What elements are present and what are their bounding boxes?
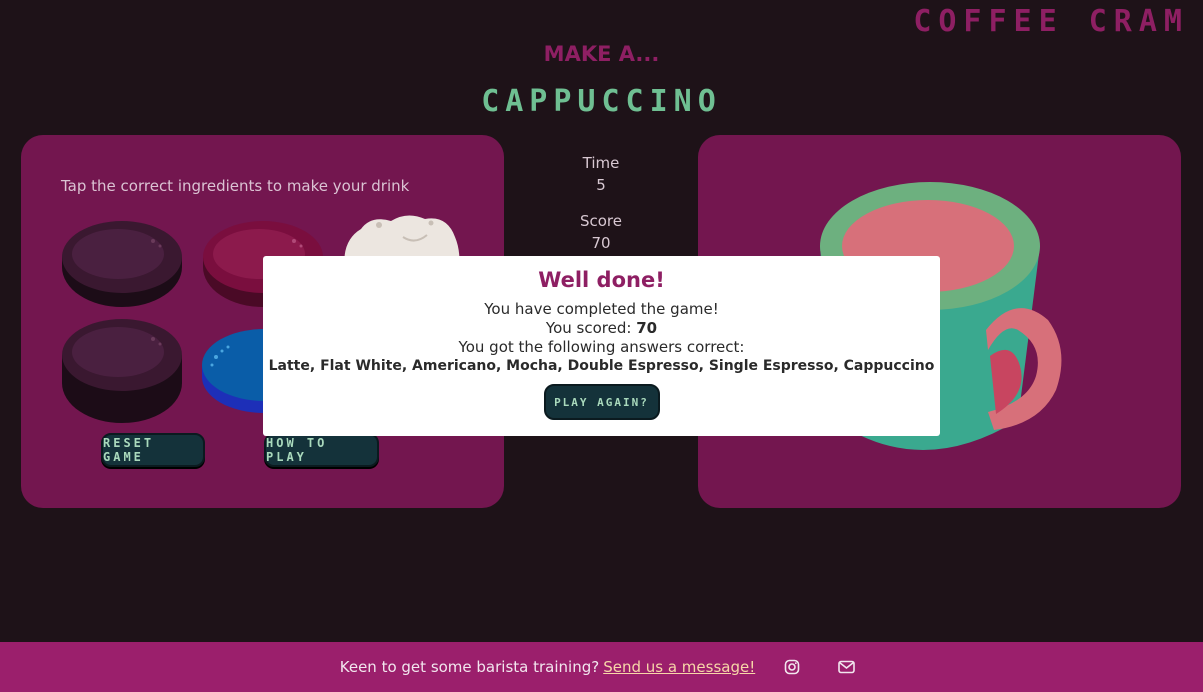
- score-prefix: You scored:: [545, 319, 637, 337]
- final-score-value: 70: [636, 319, 658, 337]
- play-again-button[interactable]: PLAY AGAIN?: [543, 384, 660, 420]
- footer-text: Keen to get some barista training?: [339, 658, 600, 676]
- final-score-line: You scored: 70: [263, 319, 940, 338]
- completion-message: You have completed the game!: [484, 300, 719, 318]
- game-complete-modal: Well done! You have completed the game! …: [263, 256, 940, 436]
- stats-column: Time 5 Score 70: [520, 154, 682, 270]
- brand-title: COFFEE CRAM: [913, 4, 1189, 39]
- footer: Keen to get some barista training? Send …: [0, 642, 1203, 692]
- correct-answers-list: Latte, Flat White, Americano, Mocha, Dou…: [268, 358, 935, 374]
- instruction-text: Tap the correct ingredients to make your…: [61, 177, 410, 195]
- time-label: Time: [582, 154, 620, 172]
- score-label: Score: [579, 212, 622, 230]
- score-value: 70: [591, 234, 611, 252]
- how-to-play-button[interactable]: HOW TO PLAY: [264, 433, 379, 467]
- make-a-label: MAKE A...: [543, 42, 660, 66]
- ingredient-water[interactable]: [202, 327, 272, 413]
- ingredient-coffee[interactable]: [61, 319, 183, 423]
- mail-icon[interactable]: [829, 655, 863, 679]
- instagram-icon[interactable]: [775, 655, 809, 679]
- answers-intro: You got the following answers correct:: [458, 338, 745, 356]
- ingredient-chocolate[interactable]: [61, 221, 183, 309]
- send-message-link[interactable]: Send us a message!: [603, 658, 755, 676]
- target-drink-name: CAPPUCCINO: [481, 84, 722, 119]
- modal-title: Well done!: [538, 268, 665, 292]
- reset-game-button[interactable]: RESET GAME: [101, 433, 205, 467]
- time-value: 5: [596, 176, 606, 194]
